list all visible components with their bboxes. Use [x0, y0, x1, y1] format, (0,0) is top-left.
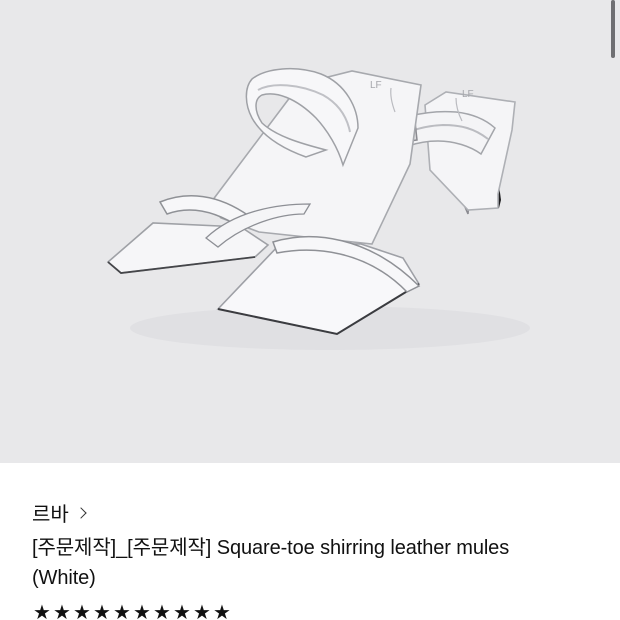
- chevron-right-icon: [75, 507, 87, 519]
- rating-stars: ★ ★ ★ ★ ★ ★ ★ ★ ★ ★: [32, 603, 232, 620]
- star-icon: ★: [73, 602, 91, 620]
- star-icon: ★: [133, 602, 151, 620]
- brand-name: 르바: [32, 504, 69, 526]
- star-icon: ★: [213, 602, 231, 620]
- product-image[interactable]: LF LF: [0, 0, 620, 463]
- star-icon: ★: [93, 602, 111, 620]
- svg-text:LF: LF: [462, 89, 474, 100]
- svg-text:LF: LF: [370, 80, 382, 91]
- star-icon: ★: [173, 602, 191, 620]
- star-icon: ★: [53, 602, 71, 620]
- star-icon: ★: [153, 602, 171, 620]
- brand-link[interactable]: 르바: [32, 498, 87, 527]
- star-icon: ★: [193, 602, 211, 620]
- sandal-illustration: LF LF: [106, 68, 530, 350]
- star-icon: ★: [113, 602, 131, 620]
- product-title: [주문제작]_[주문제작] Square-toe shirring leathe…: [32, 537, 510, 589]
- vertical-scroll-indicator[interactable]: [611, 0, 615, 58]
- product-detail-page: LF LF 르바 [주문제작]_[주문제작] Square-toe shirri…: [0, 0, 620, 620]
- star-icon: ★: [33, 602, 51, 620]
